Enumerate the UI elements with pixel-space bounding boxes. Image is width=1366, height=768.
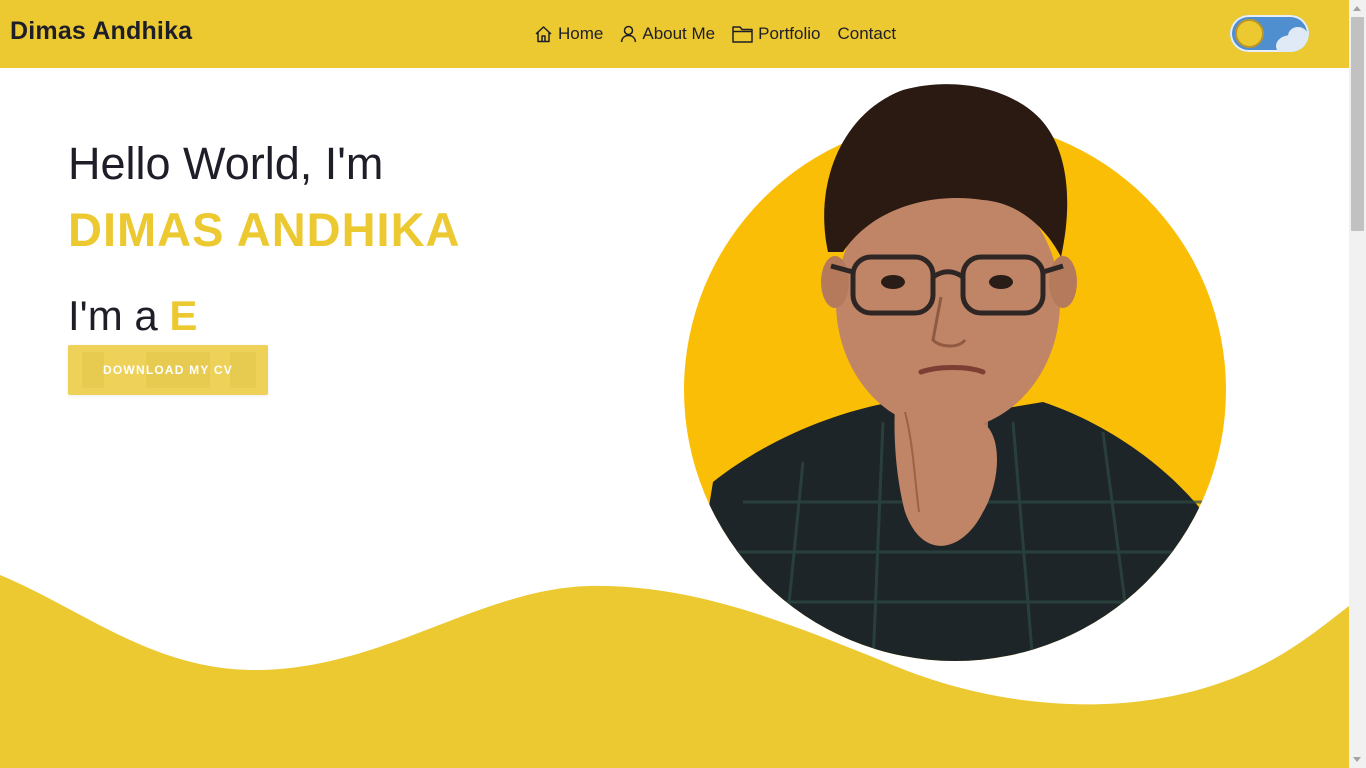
main-nav: Home About Me Portfolio Contact <box>534 21 896 47</box>
nav-about[interactable]: About Me <box>620 24 715 44</box>
scroll-down-icon[interactable] <box>1353 757 1361 762</box>
folder-icon <box>732 26 753 43</box>
nav-portfolio-label: Portfolio <box>758 24 821 43</box>
hero-role: I'm a E <box>68 292 197 340</box>
nav-contact[interactable]: Contact <box>838 24 897 44</box>
nav-portfolio[interactable]: Portfolio <box>732 24 821 44</box>
scrollbar-thumb[interactable] <box>1351 17 1364 231</box>
navbar: Dimas Andhika Home About Me Portfolio Co… <box>0 0 1349 68</box>
cloud-icon <box>1288 27 1308 45</box>
profile-photo <box>684 84 1226 661</box>
download-cv-button[interactable]: DOWNLOAD MY CV <box>68 345 268 395</box>
brand-logo[interactable]: Dimas Andhika <box>10 17 192 46</box>
user-icon <box>621 25 637 43</box>
hero-name: DIMAS ANDHIKA <box>68 203 461 256</box>
hero-role-prefix: I'm a <box>68 292 158 339</box>
download-cv-label: DOWNLOAD MY CV <box>103 363 233 377</box>
nav-home-label: Home <box>558 24 604 43</box>
nav-about-label: About Me <box>642 24 716 43</box>
home-icon <box>535 26 552 43</box>
scroll-up-icon[interactable] <box>1353 6 1361 11</box>
nav-home[interactable]: Home <box>534 24 603 44</box>
page-scrollbar[interactable] <box>1349 0 1366 768</box>
hero-section: Hello World, I'm DIMAS ANDHIKA I'm a E D… <box>0 68 1349 768</box>
sun-icon <box>1235 19 1264 48</box>
hero-role-typed: E <box>169 292 198 339</box>
theme-toggle[interactable] <box>1230 15 1309 52</box>
hero-greeting: Hello World, I'm <box>68 138 384 189</box>
nav-contact-label: Contact <box>837 24 897 43</box>
